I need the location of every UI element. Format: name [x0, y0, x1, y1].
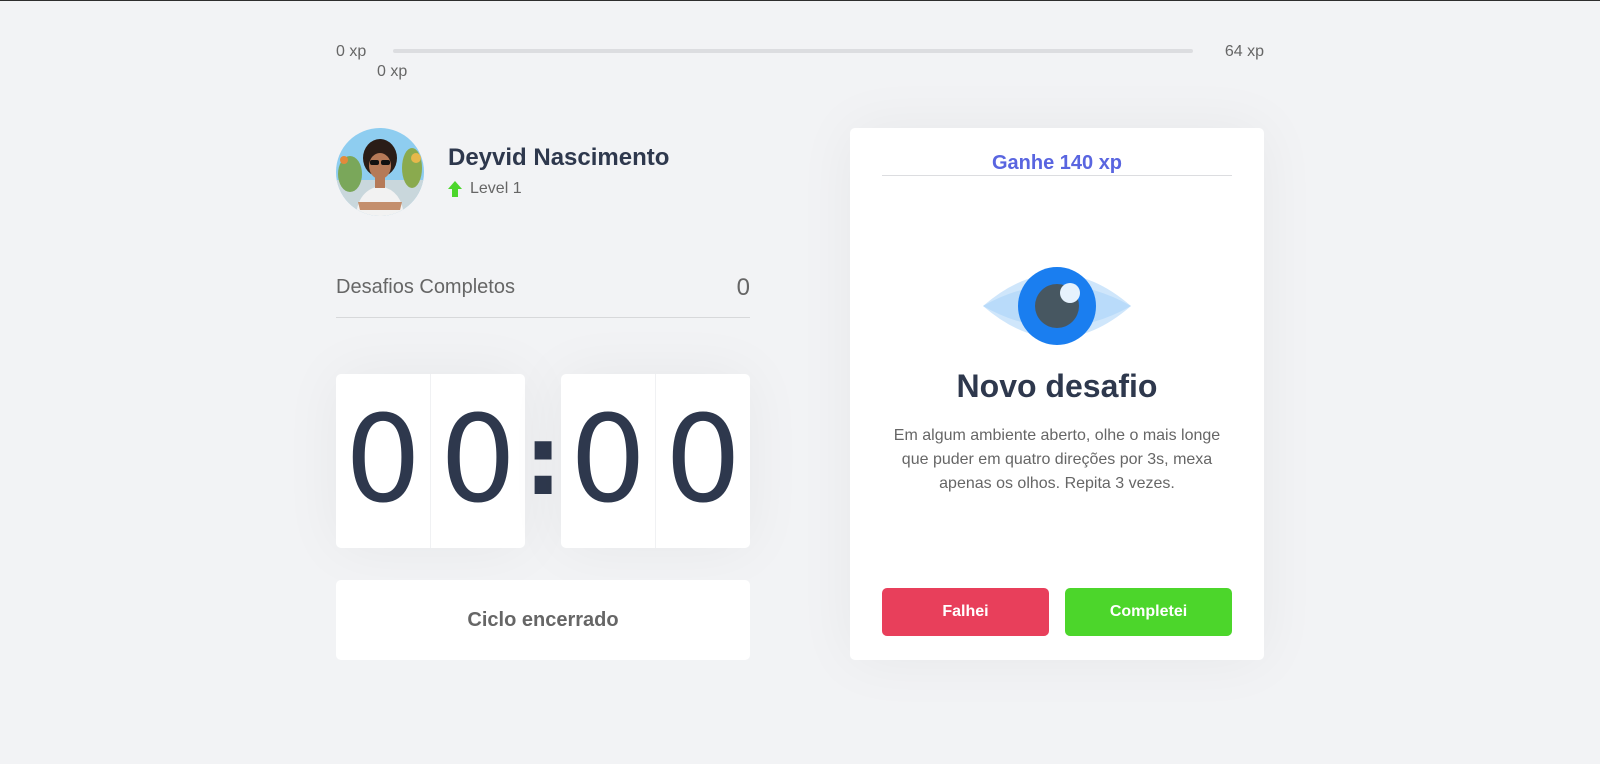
time-separator: : — [523, 405, 563, 517]
countdown: 0 0 : 0 0 — [336, 374, 750, 548]
user-name: Deyvid Nascimento — [448, 144, 670, 171]
profile: Deyvid Nascimento Level 1 — [336, 128, 750, 216]
second-digit-ones: 0 — [655, 374, 750, 548]
xp-progress-track — [393, 49, 1193, 53]
arrow-up-icon — [448, 181, 462, 197]
experience-bar: 0 xp 0 xp 64 xp — [336, 40, 1264, 80]
level-label: Level 1 — [470, 180, 522, 197]
xp-max-label: 64 xp — [1224, 43, 1264, 60]
xp-min-label: 0 xp — [336, 43, 367, 60]
challenge-description: Em algum ambiente aberto, olhe o mais lo… — [893, 427, 1221, 492]
avatar — [336, 128, 424, 216]
completed-challenges-count: 0 — [736, 274, 750, 301]
challenge-card: Ganhe 140 xp Novo desafio Em algum ambie… — [850, 128, 1264, 660]
challenge-title: Novo desafio — [956, 368, 1158, 404]
level-indicator: Level 1 — [448, 180, 522, 198]
completed-challenges-label: Desafios Completos — [336, 276, 515, 298]
cycle-ended-button[interactable]: Ciclo encerrado — [336, 580, 750, 660]
second-digit-tens: 0 — [569, 391, 647, 530]
eye-icon — [983, 267, 1131, 345]
minutes-display: 0 0 — [336, 374, 525, 548]
challenge-reward: Ganhe 140 xp — [882, 152, 1232, 176]
xp-current-label: 0 xp — [377, 63, 408, 80]
fail-button[interactable]: Falhei — [882, 588, 1049, 636]
minute-digit-tens: 0 — [344, 391, 422, 530]
completed-challenges: Desafios Completos 0 — [336, 268, 750, 318]
avatar-photo — [336, 128, 424, 216]
complete-button[interactable]: Completei — [1065, 588, 1232, 636]
seconds-display: 0 0 — [561, 374, 750, 548]
top-border — [0, 0, 1600, 1]
minute-digit-ones: 0 — [430, 374, 525, 548]
